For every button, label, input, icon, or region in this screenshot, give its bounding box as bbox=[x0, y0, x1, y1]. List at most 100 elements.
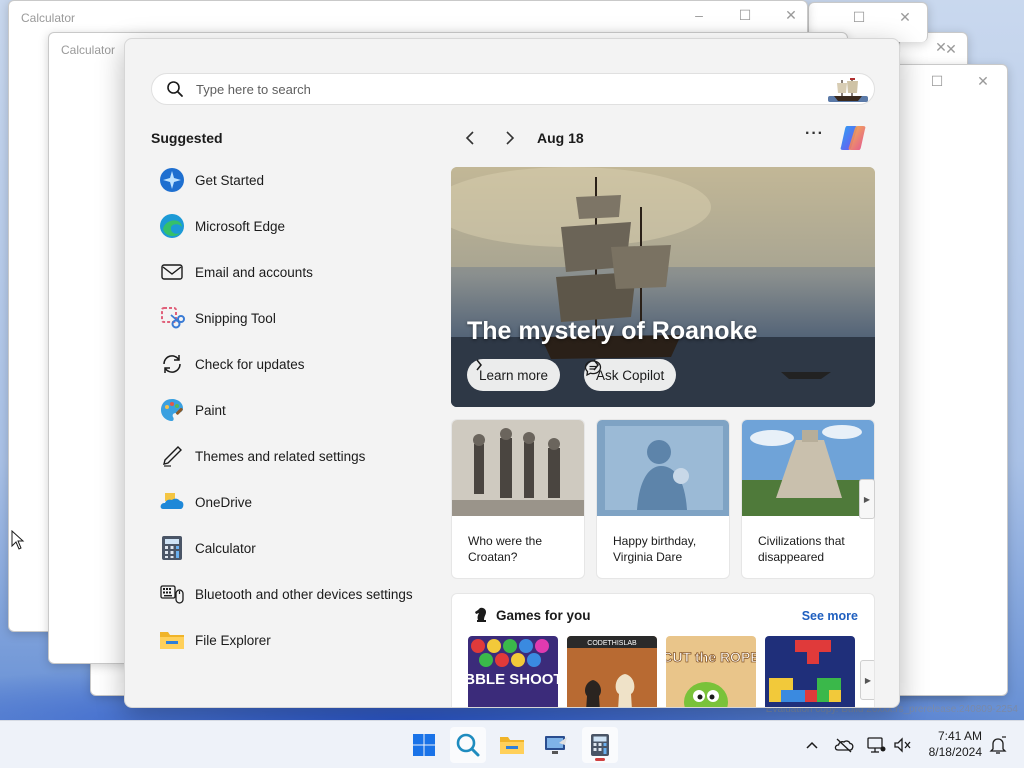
app-label: Themes and related settings bbox=[195, 448, 366, 464]
game-tile-chess[interactable]: CODETHISLAB bbox=[567, 636, 657, 707]
chevron-left-icon bbox=[465, 131, 474, 145]
hero-title: The mystery of Roanoke bbox=[467, 317, 758, 345]
close-icon[interactable]: ✕ bbox=[893, 9, 917, 26]
game-tile-bubble-shooter[interactable]: BUBBLE SHOOTER bbox=[468, 636, 558, 707]
suggested-heading: Suggested bbox=[151, 130, 223, 146]
maximize-icon[interactable]: ☐ bbox=[733, 7, 757, 24]
app-label: OneDrive bbox=[195, 494, 253, 510]
topic-card[interactable]: Happy birthday, Virginia Dare bbox=[596, 419, 730, 579]
mail-icon bbox=[159, 259, 185, 285]
see-more-link[interactable]: See more bbox=[802, 609, 858, 623]
games-scroll-right-button[interactable]: ▶ bbox=[860, 660, 874, 700]
search-box[interactable] bbox=[151, 73, 875, 105]
app-label: Email and accounts bbox=[195, 264, 313, 280]
previous-day-button[interactable] bbox=[455, 127, 485, 149]
search-taskbar-button[interactable] bbox=[450, 727, 486, 763]
file-explorer-taskbar-button[interactable] bbox=[494, 727, 530, 763]
games-section: Games for you See more BUBBLE SHOOTER CO… bbox=[451, 593, 875, 707]
start-button[interactable] bbox=[406, 727, 442, 763]
window-title: Calculator bbox=[61, 43, 116, 57]
edge-icon bbox=[159, 213, 185, 239]
close-icon[interactable]: ✕ bbox=[779, 7, 803, 24]
window-controls: ☐ ✕ bbox=[847, 9, 917, 26]
close-icon[interactable]: ✕ bbox=[971, 73, 995, 90]
ask-copilot-button[interactable]: Ask Copilot bbox=[584, 359, 677, 391]
app-label: Calculator bbox=[195, 540, 256, 556]
feed-navigation: Aug 18 bbox=[455, 127, 584, 149]
refresh-icon bbox=[159, 351, 185, 377]
calculator-icon bbox=[159, 535, 185, 561]
calculator-taskbar-button[interactable] bbox=[582, 727, 618, 763]
window-title: Calculator bbox=[21, 11, 76, 25]
app-get-started[interactable]: Get Started bbox=[151, 157, 441, 203]
app-microsoft-edge[interactable]: Microsoft Edge bbox=[151, 203, 441, 249]
hero-card[interactable]: The mystery of Roanoke Learn more Ask Co… bbox=[451, 167, 875, 407]
pen-icon bbox=[159, 443, 185, 469]
ship-icon[interactable] bbox=[826, 76, 870, 104]
search-icon bbox=[167, 81, 183, 97]
maximize-icon[interactable]: ☐ bbox=[847, 9, 871, 26]
next-day-button[interactable] bbox=[495, 127, 525, 149]
folder-icon bbox=[500, 737, 524, 754]
app-bluetooth-devices[interactable]: Bluetooth and other devices settings bbox=[151, 571, 441, 617]
app-label: Paint bbox=[195, 402, 226, 418]
monitor-app-icon bbox=[545, 736, 567, 754]
paint-icon bbox=[159, 397, 185, 423]
calculator-icon bbox=[591, 734, 609, 756]
app-label: Snipping Tool bbox=[195, 310, 276, 326]
stamp-image bbox=[597, 420, 729, 516]
start-menu: Suggested Get Started Microsoft Edge Ema… bbox=[124, 38, 900, 708]
devices-icon bbox=[159, 581, 185, 607]
chess-knight-icon bbox=[475, 607, 486, 622]
app-themes-settings[interactable]: Themes and related settings bbox=[151, 433, 441, 479]
topic-card[interactable]: Who were the Croatan? bbox=[451, 419, 585, 579]
network-icon bbox=[867, 737, 886, 753]
notifications-button[interactable] bbox=[988, 735, 1008, 755]
app-label: File Explorer bbox=[195, 632, 271, 648]
ask-copilot-label: Ask Copilot bbox=[596, 367, 665, 383]
app-label: Bluetooth and other devices settings bbox=[195, 586, 413, 602]
app-check-for-updates[interactable]: Check for updates bbox=[151, 341, 441, 387]
mouse-cursor-icon bbox=[11, 530, 25, 550]
games-heading: Games for you bbox=[496, 608, 591, 623]
app-email-and-accounts[interactable]: Email and accounts bbox=[151, 249, 441, 295]
network-button[interactable] bbox=[866, 735, 886, 755]
more-options-button[interactable]: ··· bbox=[805, 125, 824, 143]
show-hidden-icons-button[interactable] bbox=[802, 735, 822, 755]
app-label: Check for updates bbox=[195, 356, 305, 372]
cloud-off-icon bbox=[834, 738, 854, 753]
app-file-explorer[interactable]: File Explorer bbox=[151, 617, 441, 663]
app-paint[interactable]: Paint bbox=[151, 387, 441, 433]
blocks-image bbox=[765, 636, 855, 707]
game-tile-cut-the-rope[interactable]: CUT the ROPE bbox=[666, 636, 756, 707]
windows-logo-icon bbox=[413, 734, 435, 756]
chevron-right-icon bbox=[593, 359, 599, 371]
card-text: Happy birthday, Virginia Dare bbox=[613, 534, 697, 564]
app-taskbar-button[interactable] bbox=[538, 727, 574, 763]
app-label: Get Started bbox=[195, 172, 265, 188]
app-calculator[interactable]: Calculator bbox=[151, 525, 441, 571]
cards-scroll-right-button[interactable]: ▶ bbox=[859, 479, 875, 519]
running-indicator bbox=[595, 758, 605, 761]
close-icon[interactable]: ✕ bbox=[939, 41, 963, 58]
copilot-icon[interactable] bbox=[837, 122, 869, 154]
topic-card[interactable]: Civilizations that disappeared bbox=[741, 419, 875, 579]
game-tile-blocks[interactable] bbox=[765, 636, 855, 707]
window-controls: ✕ bbox=[939, 41, 963, 58]
app-onedrive[interactable]: OneDrive bbox=[151, 479, 441, 525]
folder-icon bbox=[159, 627, 185, 653]
clock-time: 7:41 AM bbox=[937, 729, 982, 743]
notification-bell-icon bbox=[989, 736, 1007, 754]
learn-more-button[interactable]: Learn more bbox=[467, 359, 561, 391]
search-input[interactable] bbox=[196, 81, 796, 97]
topic-cards: Who were the Croatan? Happy birthday, Vi… bbox=[451, 419, 875, 579]
onedrive-status-button[interactable] bbox=[834, 735, 854, 755]
game-title: CUT the ROPE bbox=[666, 649, 756, 665]
clock[interactable]: 7:41 AM 8/18/2024 bbox=[929, 728, 982, 760]
maximize-icon[interactable]: ☐ bbox=[925, 73, 949, 90]
app-snipping-tool[interactable]: Snipping Tool bbox=[151, 295, 441, 341]
volume-button[interactable] bbox=[892, 735, 912, 755]
speaker-muted-icon bbox=[894, 737, 911, 753]
chess-image: CODETHISLAB bbox=[567, 636, 657, 707]
minimize-icon[interactable]: – bbox=[687, 7, 711, 24]
